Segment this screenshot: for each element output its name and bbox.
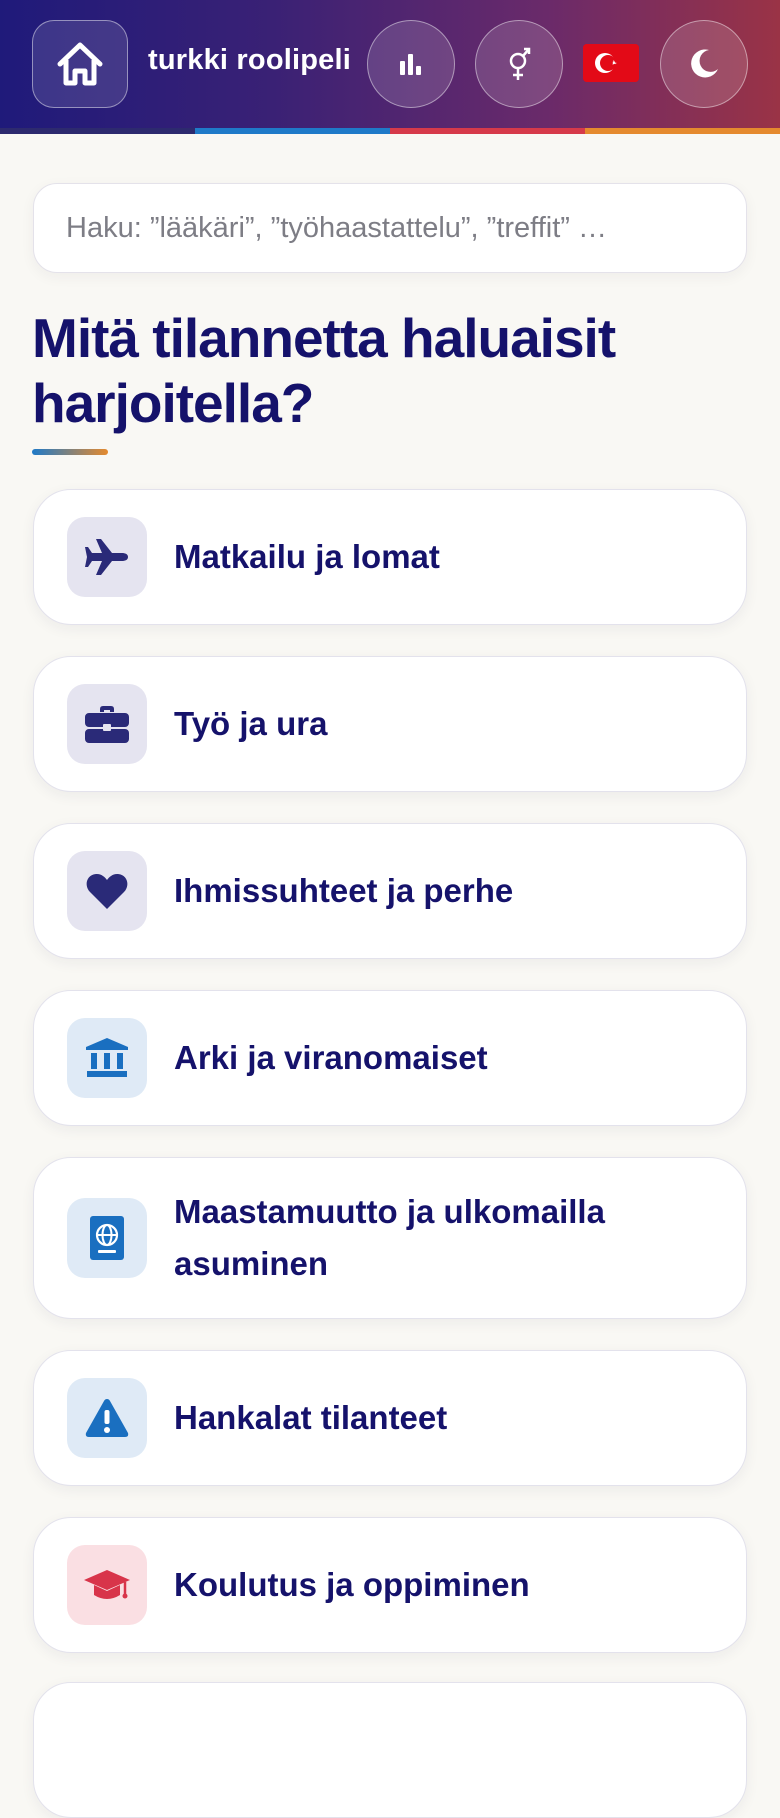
category-label: Hankalat tilanteet xyxy=(174,1399,448,1436)
bank-building-icon xyxy=(86,1038,128,1077)
airplane-icon xyxy=(85,539,128,575)
app-title: turkki roolipeli xyxy=(148,44,352,76)
page-title: Mitä tilannetta haluaisit harjoitella? xyxy=(32,307,616,434)
category-card-difficult-situations[interactable]: Hankalat tilanteet xyxy=(33,1350,747,1486)
category-label: Koulutus ja oppiminen xyxy=(174,1566,530,1603)
category-icon-box xyxy=(67,1545,147,1625)
warning-icon xyxy=(85,1399,129,1437)
title-underline xyxy=(32,449,108,455)
category-icon-box xyxy=(67,851,147,931)
home-icon xyxy=(57,42,103,86)
category-label: Työ ja ura xyxy=(174,705,328,742)
bar-chart-icon xyxy=(400,54,421,75)
theme-toggle-button[interactable] xyxy=(660,20,748,108)
category-label: Arki ja viranomaiset xyxy=(174,1039,488,1076)
search-box[interactable] xyxy=(33,183,747,273)
category-card-emigration[interactable]: Maastamuutto ja ulkomailla asuminen xyxy=(33,1157,747,1319)
briefcase-icon xyxy=(85,706,129,743)
category-card-relationships[interactable]: Ihmissuhteet ja perhe xyxy=(33,823,747,959)
turkey-flag-icon xyxy=(583,44,639,82)
category-card-travel[interactable]: Matkailu ja lomat xyxy=(33,489,747,625)
category-label: Matkailu ja lomat xyxy=(174,538,440,575)
passport-icon xyxy=(90,1216,124,1260)
category-card-work[interactable]: Työ ja ura xyxy=(33,656,747,792)
search-input[interactable] xyxy=(66,211,714,245)
category-card-everyday-authorities[interactable]: Arki ja viranomaiset xyxy=(33,990,747,1126)
home-button[interactable] xyxy=(32,20,128,108)
gender-icon xyxy=(509,47,531,80)
category-label: Maastamuutto ja ulkomailla asuminen xyxy=(174,1193,605,1282)
moon-icon xyxy=(691,49,718,78)
heart-icon xyxy=(86,873,128,909)
header-accent-stripe xyxy=(0,128,780,134)
category-card-partial[interactable] xyxy=(33,1682,747,1818)
stats-button[interactable] xyxy=(367,20,455,108)
gender-button[interactable] xyxy=(475,20,563,108)
category-icon-box xyxy=(67,684,147,764)
category-icon-box xyxy=(67,1018,147,1098)
category-card-education[interactable]: Koulutus ja oppiminen xyxy=(33,1517,747,1653)
language-flag-button[interactable] xyxy=(583,44,639,82)
category-label: Ihmissuhteet ja perhe xyxy=(174,872,514,909)
category-icon-box xyxy=(67,517,147,597)
app-header: turkki roolipeli xyxy=(0,0,780,128)
graduation-cap-icon xyxy=(84,1570,130,1599)
category-icon-box xyxy=(67,1378,147,1458)
category-icon-box xyxy=(67,1198,147,1278)
